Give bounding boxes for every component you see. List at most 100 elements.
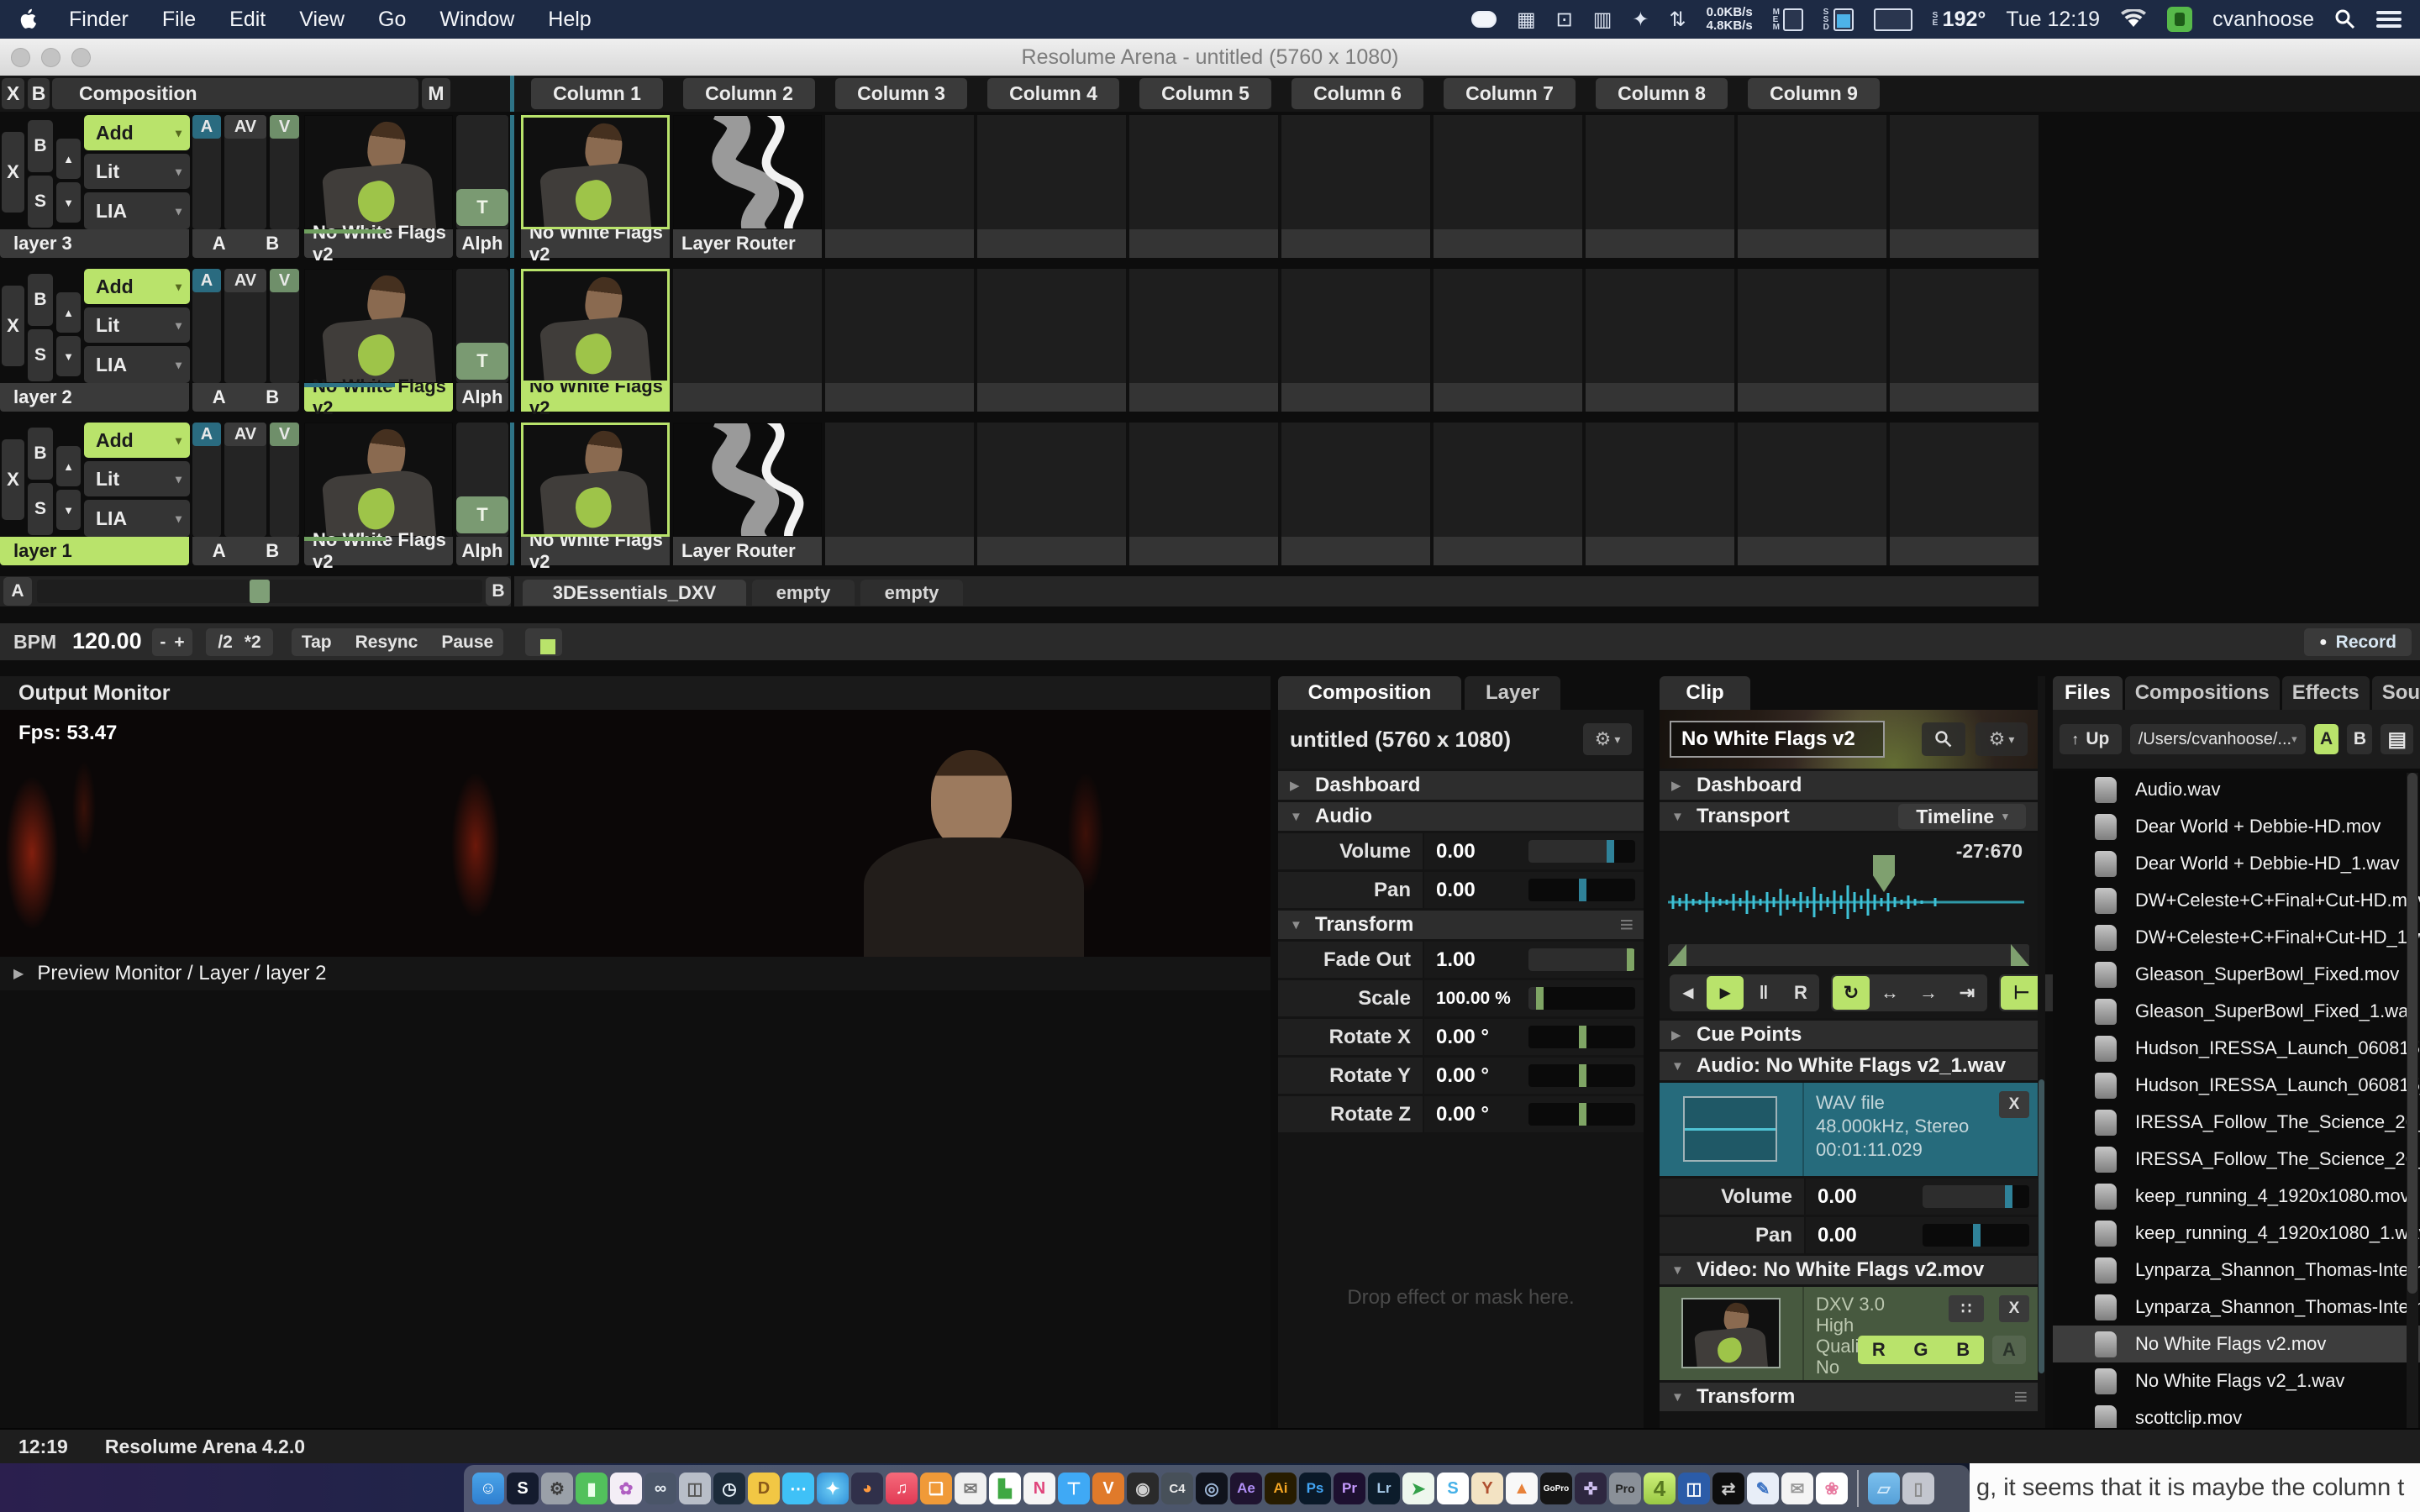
menu-item[interactable]: Edit — [229, 8, 266, 32]
audiovideo-target-button[interactable]: AV — [224, 115, 266, 139]
blend-mode-dropdown[interactable]: Add▾ — [84, 115, 190, 150]
lit-dropdown[interactable]: Lit▾ — [84, 154, 190, 189]
dock-app-icon[interactable]: V — [1092, 1473, 1124, 1504]
path-dropdown[interactable]: /Users/cvanhoose/...▾ — [2130, 724, 2306, 754]
lit-dropdown[interactable]: Lit▾ — [84, 461, 190, 496]
bpm-dec-inc-button[interactable]: -+ — [152, 628, 192, 656]
beat-indicator[interactable] — [525, 628, 562, 656]
alpha-channel-toggle[interactable]: A — [1992, 1336, 2026, 1364]
lia-dropdown[interactable]: LIA▾ — [84, 346, 190, 383]
layer-solo-button[interactable]: S — [28, 329, 53, 381]
layer-down-button[interactable]: ▼ — [56, 182, 81, 223]
section-clip-audio[interactable]: ▼Audio: No White Flags v2_1.wav — [1660, 1052, 2038, 1080]
composition-button[interactable]: Composition — [52, 78, 418, 109]
audio-target-button[interactable]: A — [192, 269, 221, 292]
crossfader-handle[interactable] — [250, 580, 270, 603]
tab-layer[interactable]: Layer — [1465, 676, 1560, 710]
bank-b-button[interactable]: B — [2347, 724, 2372, 754]
layer-preview-thumbnail[interactable] — [304, 423, 453, 537]
file-row[interactable]: IRESSA_Follow_The_Science_26_ProRes.... — [2053, 1104, 2420, 1141]
menubar-clock[interactable]: Tue 12:19 — [2006, 8, 2100, 32]
dock-app-icon[interactable]: Ai — [1265, 1473, 1297, 1504]
file-row[interactable]: DW+Celeste+C+Final+Cut-HD.mov — [2053, 882, 2420, 919]
dock-app-icon[interactable]: ◎ — [1196, 1473, 1228, 1504]
grid-status-icon[interactable]: ▦ — [1517, 8, 1536, 32]
rotate-x-slider[interactable] — [1528, 1026, 1635, 1048]
bpm-half-double-button[interactable]: /2*2 — [206, 628, 273, 656]
layer-solo-button[interactable]: S — [28, 176, 53, 228]
composition-gear-button[interactable]: ⚙▾ — [1583, 723, 1632, 755]
clip-name-input[interactable] — [1670, 721, 1885, 758]
remove-video-button[interactable]: X — [1999, 1295, 2029, 1322]
section-clip-dashboard[interactable]: ▶Dashboard — [1660, 771, 2038, 800]
file-row[interactable]: No White Flags v2_1.wav — [2053, 1362, 2420, 1399]
play-once-button[interactable]: → — [1910, 976, 1947, 1010]
trim-range-slider[interactable] — [1668, 944, 2029, 966]
menu-item[interactable]: View — [299, 8, 345, 32]
tab-sources[interactable]: Sources — [2372, 676, 2420, 710]
menu-item[interactable]: Help — [548, 8, 591, 32]
file-row[interactable]: Hudson_IRESSA_Launch_060815_1.wav — [2053, 1067, 2420, 1104]
dock-app-icon[interactable]: ☺ — [472, 1473, 504, 1504]
column-header-button[interactable]: Column 7 — [1444, 78, 1576, 109]
layer-ab-assign[interactable]: AB — [192, 229, 299, 258]
dock-app-icon[interactable]: ➤ — [1402, 1473, 1434, 1504]
dock-app-icon[interactable]: ❀ — [1816, 1473, 1848, 1504]
layer-name[interactable]: layer 3 — [0, 229, 189, 258]
file-row[interactable]: keep_running_4_1920x1080_1.wav — [2053, 1215, 2420, 1252]
tap-button[interactable]: Tap — [302, 633, 332, 653]
network-speed[interactable]: 0.0KB/s4.8KB/s — [1707, 6, 1753, 33]
audio-target-button[interactable]: A — [192, 423, 221, 446]
section-transform[interactable]: ▼Transform≡ — [1278, 911, 1644, 939]
layer-ab-assign[interactable]: AB — [192, 537, 299, 565]
dock-app-icon[interactable]: ✜ — [1575, 1473, 1607, 1504]
transport-mode-dropdown[interactable]: Timeline▾ — [1898, 804, 2026, 829]
record-trigger-button[interactable]: R — [1784, 976, 1818, 1010]
hold-button[interactable]: ⇥ — [1949, 976, 1986, 1010]
file-row[interactable]: Lynparza_Shannon_Thomas-Internal-Fl... — [2053, 1252, 2420, 1289]
dock-app-icon[interactable]: ♫ — [886, 1473, 918, 1504]
crossfader-b-button[interactable]: B — [486, 577, 511, 606]
empty-clip-cells[interactable] — [825, 115, 2039, 229]
menu-item[interactable]: Finder — [69, 8, 129, 32]
column-header-button[interactable]: Column 6 — [1292, 78, 1423, 109]
bounce-button[interactable]: ↔ — [1871, 976, 1908, 1010]
column-header-button[interactable]: Column 3 — [835, 78, 967, 109]
empty-clip-cells[interactable] — [673, 269, 2039, 383]
dock-app-icon[interactable]: N — [1023, 1473, 1055, 1504]
deck-tab[interactable]: empty — [752, 580, 855, 606]
dock-app-icon[interactable]: S — [507, 1473, 539, 1504]
lit-dropdown[interactable]: Lit▾ — [84, 307, 190, 343]
mouse-status-icon[interactable] — [1471, 11, 1497, 28]
file-row[interactable]: IRESSA_Follow_The_Science_26_sides_Pr... — [2053, 1141, 2420, 1178]
layer-alpha-label[interactable]: Alph — [456, 537, 508, 565]
resync-button[interactable]: Resync — [355, 633, 418, 653]
bypass-composition-button[interactable]: B — [28, 78, 50, 109]
airplay-icon[interactable]: ⊡ — [1556, 8, 1573, 32]
layer-down-button[interactable]: ▼ — [56, 490, 81, 530]
volume-slider[interactable] — [1528, 840, 1635, 863]
bank-a-button[interactable]: A — [2314, 724, 2339, 754]
layer-up-button[interactable]: ▲ — [56, 446, 81, 486]
spotlight-search-icon[interactable] — [2334, 8, 2356, 30]
file-row[interactable]: DW+Celeste+C+Final+Cut-HD_1.wav — [2053, 919, 2420, 956]
dock-app-icon[interactable]: ▙ — [989, 1473, 1021, 1504]
lia-dropdown[interactable]: LIA▾ — [84, 192, 190, 229]
audio-waveform[interactable] — [1668, 869, 2024, 936]
dock-app-icon[interactable]: ◉ — [1127, 1473, 1159, 1504]
dock-app-icon[interactable]: S — [1437, 1473, 1469, 1504]
layer-alpha-label[interactable]: Alph — [456, 383, 508, 412]
column-header-button[interactable]: Column 4 — [987, 78, 1119, 109]
menu-item[interactable]: Go — [378, 8, 406, 32]
file-row[interactable]: Audio.wav — [2053, 771, 2420, 808]
clip-gear-button[interactable]: ⚙▾ — [1975, 722, 2028, 756]
layer-alpha-label[interactable]: Alph — [456, 229, 508, 258]
tap-resync-pause-group[interactable]: TapResyncPause — [292, 628, 503, 656]
dock-app-icon[interactable]: 4 — [1644, 1473, 1676, 1504]
trim-in-handle[interactable] — [1668, 944, 1686, 966]
network-arrows-icon[interactable]: ⇅ — [1670, 8, 1686, 32]
scrollbar-thumb[interactable] — [2039, 1079, 2044, 1373]
file-row[interactable]: Dear World + Debbie-HD.mov — [2053, 808, 2420, 845]
temperature-status[interactable]: SE192° — [1933, 8, 1986, 32]
deck-tab[interactable]: 3DEssentials_DXV — [523, 580, 746, 606]
